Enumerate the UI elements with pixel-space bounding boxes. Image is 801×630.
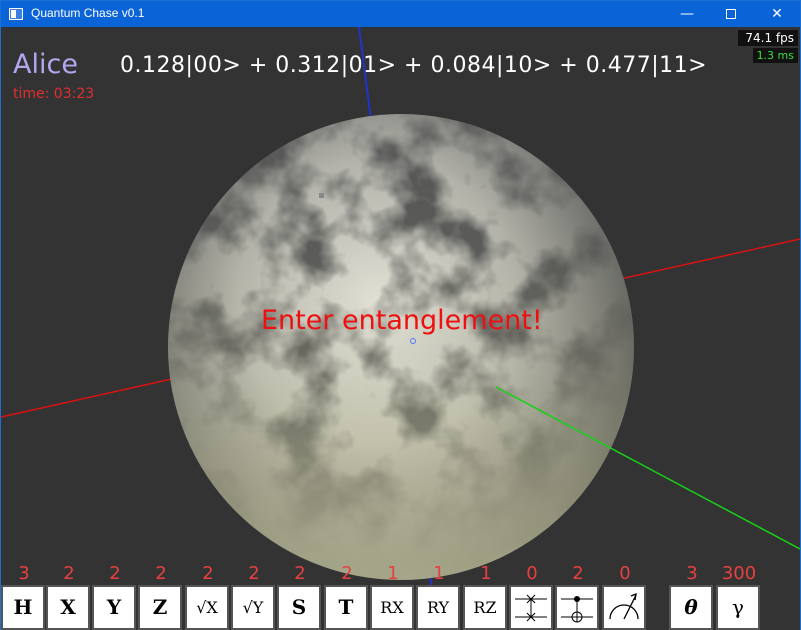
app-icon bbox=[9, 8, 23, 20]
gate-cnot-button[interactable] bbox=[555, 585, 599, 630]
gate-t-button[interactable]: T bbox=[324, 585, 368, 630]
gate-count-rz: 1 bbox=[480, 563, 492, 584]
gate-gamma-button[interactable]: γ bbox=[716, 585, 760, 630]
quantum-state-text: 0.128|00> + 0.312|01> + 0.084|10> + 0.47… bbox=[120, 53, 708, 78]
gate-ry-button[interactable]: RY bbox=[416, 585, 460, 630]
measure-icon bbox=[609, 592, 639, 620]
gate-x-button[interactable]: X bbox=[46, 585, 90, 630]
status-message: Enter entanglement! bbox=[261, 305, 543, 336]
gate-measure-button[interactable] bbox=[602, 585, 646, 630]
cnot-icon bbox=[561, 596, 593, 623]
window-title: Quantum Chase v0.1 bbox=[31, 6, 145, 20]
gate-count-theta: 3 bbox=[686, 563, 698, 584]
frame-time: 1.3 ms bbox=[753, 48, 798, 63]
gate-count-cnot: 2 bbox=[572, 563, 584, 584]
gate-z-button[interactable]: Z bbox=[138, 585, 182, 630]
gate-count-swap: 0 bbox=[526, 563, 538, 584]
maximize-icon bbox=[726, 9, 736, 19]
fps-counter: 74.1 fps bbox=[738, 30, 798, 46]
player-name: Alice bbox=[13, 49, 78, 80]
gate-rx-button[interactable]: RX bbox=[370, 585, 414, 630]
gate-s-button[interactable]: S bbox=[277, 585, 321, 630]
close-button[interactable]: ✕ bbox=[754, 1, 800, 27]
gate-theta-button[interactable]: θ bbox=[669, 585, 713, 630]
gate-rz-button[interactable]: RZ bbox=[463, 585, 507, 630]
gate-y-button[interactable]: Y bbox=[92, 585, 136, 630]
gate-count-z: 2 bbox=[155, 563, 167, 584]
gate-count-gamma: 300 bbox=[721, 563, 757, 584]
gate-count-ry: 1 bbox=[433, 563, 445, 584]
game-window: Quantum Chase v0.1 — ✕ Alice time: 03:23… bbox=[0, 0, 801, 630]
gate-count-rx: 1 bbox=[387, 563, 399, 584]
gate-swap-button[interactable] bbox=[509, 585, 553, 630]
timer-text: time: 03:23 bbox=[13, 86, 95, 102]
particle-marker bbox=[319, 193, 324, 198]
minimize-button[interactable]: — bbox=[664, 1, 710, 27]
gate-count-sqrt-x: 2 bbox=[202, 563, 214, 584]
gate-h-button[interactable]: H bbox=[1, 585, 45, 630]
gate-count-measure: 0 bbox=[619, 563, 631, 584]
gate-count-sqrt-y: 2 bbox=[248, 563, 260, 584]
maximize-button[interactable] bbox=[708, 1, 754, 27]
game-viewport[interactable]: Alice time: 03:23 0.128|00> + 0.312|01> … bbox=[1, 27, 800, 630]
gate-count-y: 2 bbox=[109, 563, 121, 584]
gate-sqrt-x-button[interactable]: √X bbox=[185, 585, 229, 630]
gate-sqrt-y-button[interactable]: √Y bbox=[231, 585, 275, 630]
gate-count-x: 2 bbox=[63, 563, 75, 584]
gate-count-s: 2 bbox=[294, 563, 306, 584]
swap-icon bbox=[515, 594, 547, 622]
gate-count-t: 2 bbox=[341, 563, 353, 584]
gate-count-h: 3 bbox=[18, 563, 30, 584]
title-bar[interactable]: Quantum Chase v0.1 — ✕ bbox=[1, 1, 800, 27]
